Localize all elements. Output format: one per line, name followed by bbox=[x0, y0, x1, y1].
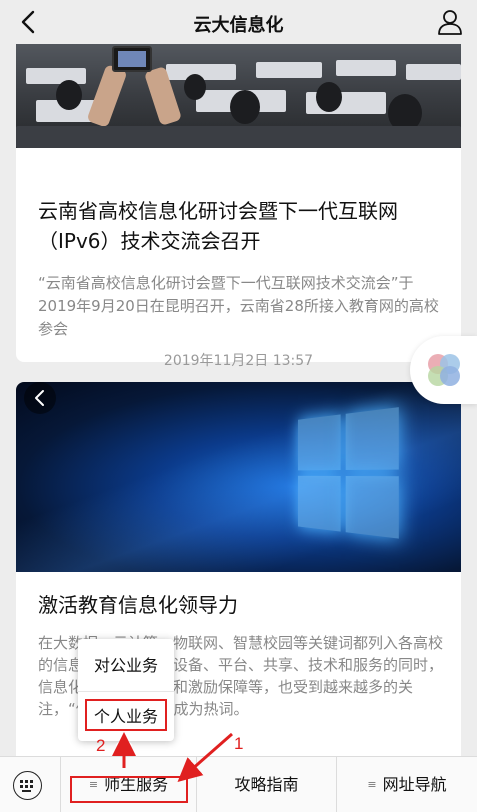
annotation-step-2: 2 bbox=[96, 736, 106, 755]
annotation-arrows bbox=[112, 732, 233, 782]
annotation-step-1: 1 bbox=[234, 734, 244, 753]
